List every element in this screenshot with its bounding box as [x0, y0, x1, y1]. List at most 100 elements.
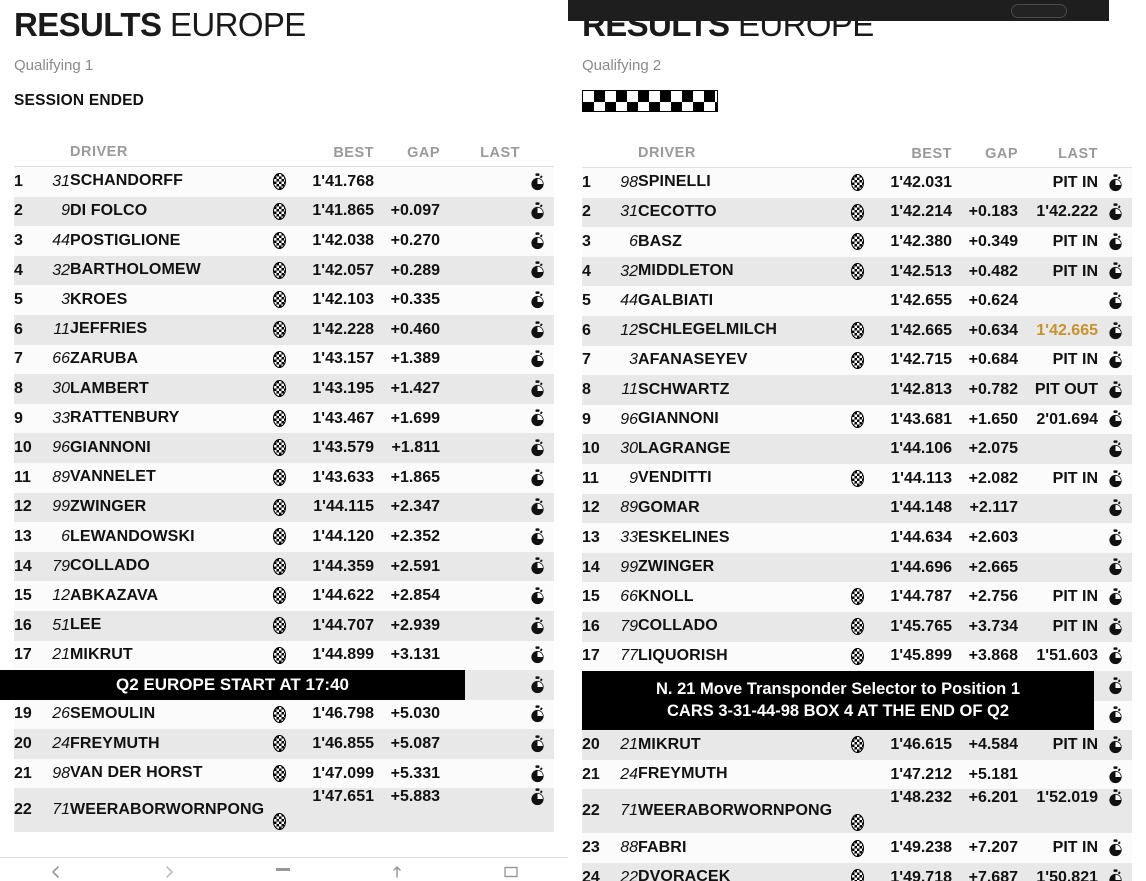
table-row[interactable]: 3 44 POSTIGLIONE 1'42.038 +0.270	[14, 226, 554, 256]
header-driver[interactable]: DRIVER	[70, 145, 268, 167]
table-row[interactable]: 8 11 SCHWARTZ 1'42.813 +0.782 PIT OUT	[582, 375, 1132, 405]
table-row[interactable]: 15 66 KNOLL 1'44.787 +2.756 PIT IN	[582, 582, 1132, 612]
row-driver-name[interactable]: KROES	[70, 285, 268, 315]
stopwatch-icon[interactable]	[1098, 523, 1132, 553]
stopwatch-icon[interactable]	[1098, 863, 1132, 881]
row-driver-name[interactable]: BARTHOLOMEW	[70, 255, 268, 286]
row-driver-name[interactable]: LAGRANGE	[638, 434, 846, 464]
stopwatch-icon[interactable]	[520, 670, 554, 700]
stopwatch-icon[interactable]	[1098, 552, 1132, 583]
row-driver-name[interactable]: CECOTTO	[638, 197, 846, 228]
table-row[interactable]: 22 71 WEERABORWORNPONG 1'47.651 +5.883	[14, 788, 554, 833]
row-driver-name[interactable]: WEERABORWORNPONG	[70, 788, 268, 833]
stopwatch-icon[interactable]	[520, 581, 554, 611]
stopwatch-icon[interactable]	[520, 374, 554, 404]
table-row[interactable]: 22 71 WEERABORWORNPONG 1'48.232 +6.201 1'52.0…	[582, 789, 1132, 834]
table-row[interactable]: 13 33 ESKELINES 1'44.634 +2.603	[582, 523, 1132, 553]
stopwatch-icon[interactable]	[1098, 375, 1132, 405]
table-row[interactable]: 7 66 ZARUBA 1'43.157 +1.389	[14, 344, 554, 375]
stopwatch-icon[interactable]	[1098, 833, 1132, 864]
row-driver-name[interactable]: KNOLL	[638, 582, 846, 612]
table-row[interactable]: 1 31 SCHANDORFF 1'41.768	[14, 166, 554, 197]
row-driver-name[interactable]: GIANNONI	[70, 433, 268, 463]
stopwatch-icon[interactable]	[520, 196, 554, 227]
stopwatch-icon[interactable]	[520, 758, 554, 789]
row-driver-name[interactable]: DI FOLCO	[70, 196, 268, 227]
row-driver-name[interactable]: LAMBERT	[70, 374, 268, 404]
header-driver[interactable]: DRIVER	[638, 146, 846, 168]
table-row[interactable]: 2 31 CECOTTO 1'42.214 +0.183 1'42.222	[582, 197, 1132, 228]
stopwatch-icon[interactable]	[520, 255, 554, 286]
table-row[interactable]: 4 32 MIDDLETON 1'42.513 +0.482 PIT IN	[582, 256, 1132, 287]
row-driver-name[interactable]: BASZ	[638, 227, 846, 257]
stopwatch-icon[interactable]	[520, 640, 554, 671]
stopwatch-icon[interactable]	[1098, 434, 1132, 464]
row-driver-name[interactable]: GALBIATI	[638, 286, 846, 316]
row-driver-name[interactable]: SEMOULIN	[70, 699, 268, 730]
stopwatch-icon[interactable]	[520, 285, 554, 315]
table-row[interactable]: 10 96 GIANNONI 1'43.579 +1.811	[14, 433, 554, 463]
row-driver-name[interactable]: JEFFRIES	[70, 314, 268, 345]
table-row[interactable]: 6 11 JEFFRIES 1'42.228 +0.460	[14, 314, 554, 345]
stopwatch-icon[interactable]	[520, 699, 554, 730]
stopwatch-icon[interactable]	[520, 788, 554, 833]
table-row[interactable]: 5 44 GALBIATI 1'42.655 +0.624	[582, 286, 1132, 316]
stopwatch-icon[interactable]	[1098, 759, 1132, 790]
table-row[interactable]: 19 26 SEMOULIN 1'46.798 +5.030	[14, 699, 554, 730]
stopwatch-icon[interactable]	[520, 433, 554, 463]
table-row[interactable]: 14 79 COLLADO 1'44.359 +2.591	[14, 551, 554, 582]
stopwatch-icon[interactable]	[520, 522, 554, 552]
row-driver-name[interactable]: LEWANDOWSKI	[70, 522, 268, 552]
row-driver-name[interactable]: LIQUORISH	[638, 641, 846, 672]
table-row[interactable]: 14 99 ZWINGER 1'44.696 +2.665	[582, 552, 1132, 583]
table-row[interactable]: 5 3 KROES 1'42.103 +0.335	[14, 285, 554, 315]
stopwatch-icon[interactable]	[520, 492, 554, 523]
stopwatch-icon[interactable]	[1098, 730, 1132, 760]
row-driver-name[interactable]: VAN DER HORST	[70, 758, 268, 789]
stopwatch-icon[interactable]	[520, 226, 554, 256]
stopwatch-icon[interactable]	[1098, 286, 1132, 316]
stopwatch-icon[interactable]	[1098, 641, 1132, 672]
row-driver-name[interactable]: LEE	[70, 610, 268, 641]
table-row[interactable]: 7 3 AFANASEYEV 1'42.715 +0.684 PIT IN	[582, 345, 1132, 376]
row-driver-name[interactable]: FREYMUTH	[638, 759, 846, 790]
table-row[interactable]: 12 89 GOMAR 1'44.148 +2.117	[582, 493, 1132, 524]
row-driver-name[interactable]: WEERABORWORNPONG	[638, 789, 846, 834]
table-row[interactable]: 20 24 FREYMUTH 1'46.855 +5.087	[14, 729, 554, 759]
row-driver-name[interactable]: ESKELINES	[638, 523, 846, 553]
stopwatch-icon[interactable]	[1098, 256, 1132, 287]
table-row[interactable]: 24 22 DVORACEK 1'49.718 +7.687 1'50.821	[582, 863, 1132, 881]
stopwatch-icon[interactable]	[1098, 315, 1132, 346]
row-driver-name[interactable]: POSTIGLIONE	[70, 226, 268, 256]
stopwatch-icon[interactable]	[1098, 700, 1132, 731]
row-driver-name[interactable]: VENDITTI	[638, 463, 846, 494]
row-driver-name[interactable]: MIKRUT	[638, 730, 846, 760]
row-driver-name[interactable]: GOMAR	[638, 493, 846, 524]
table-row[interactable]: 21 24 FREYMUTH 1'47.212 +5.181	[582, 759, 1132, 790]
browser-nav-bar[interactable]	[0, 857, 568, 881]
stopwatch-icon[interactable]	[1098, 463, 1132, 494]
back-icon[interactable]	[49, 865, 63, 881]
table-row[interactable]: 17 77 LIQUORISH 1'45.899 +3.868 1'51.603	[582, 641, 1132, 672]
row-driver-name[interactable]: GIANNONI	[638, 404, 846, 435]
stopwatch-icon[interactable]	[1098, 493, 1132, 524]
row-driver-name[interactable]: SCHWARTZ	[638, 375, 846, 405]
table-row[interactable]: 23 88 FABRI 1'49.238 +7.207 PIT IN	[582, 833, 1132, 864]
table-row[interactable]: 11 89 VANNELET 1'43.633 +1.865	[14, 462, 554, 493]
row-driver-name[interactable]: FABRI	[638, 833, 846, 864]
stopwatch-icon[interactable]	[520, 344, 554, 375]
stopwatch-icon[interactable]	[1098, 197, 1132, 228]
table-row[interactable]: 17 21 MIKRUT 1'44.899 +3.131	[14, 640, 554, 671]
table-row[interactable]: 16 79 COLLADO 1'45.765 +3.734 PIT IN	[582, 611, 1132, 642]
stopwatch-icon[interactable]	[520, 403, 554, 434]
table-row[interactable]: 8 30 LAMBERT 1'43.195 +1.427	[14, 374, 554, 404]
row-driver-name[interactable]: COLLADO	[70, 551, 268, 582]
row-driver-name[interactable]: ZARUBA	[70, 344, 268, 375]
stopwatch-icon[interactable]	[520, 551, 554, 582]
header-best[interactable]: BEST	[290, 145, 374, 167]
header-gap[interactable]: GAP	[952, 146, 1018, 168]
table-row[interactable]: 15 12 ABKAZAVA 1'44.622 +2.854	[14, 581, 554, 611]
stopwatch-icon[interactable]	[520, 462, 554, 493]
header-gap[interactable]: GAP	[374, 145, 440, 167]
table-row[interactable]: 21 98 VAN DER HORST 1'47.099 +5.331	[14, 758, 554, 789]
